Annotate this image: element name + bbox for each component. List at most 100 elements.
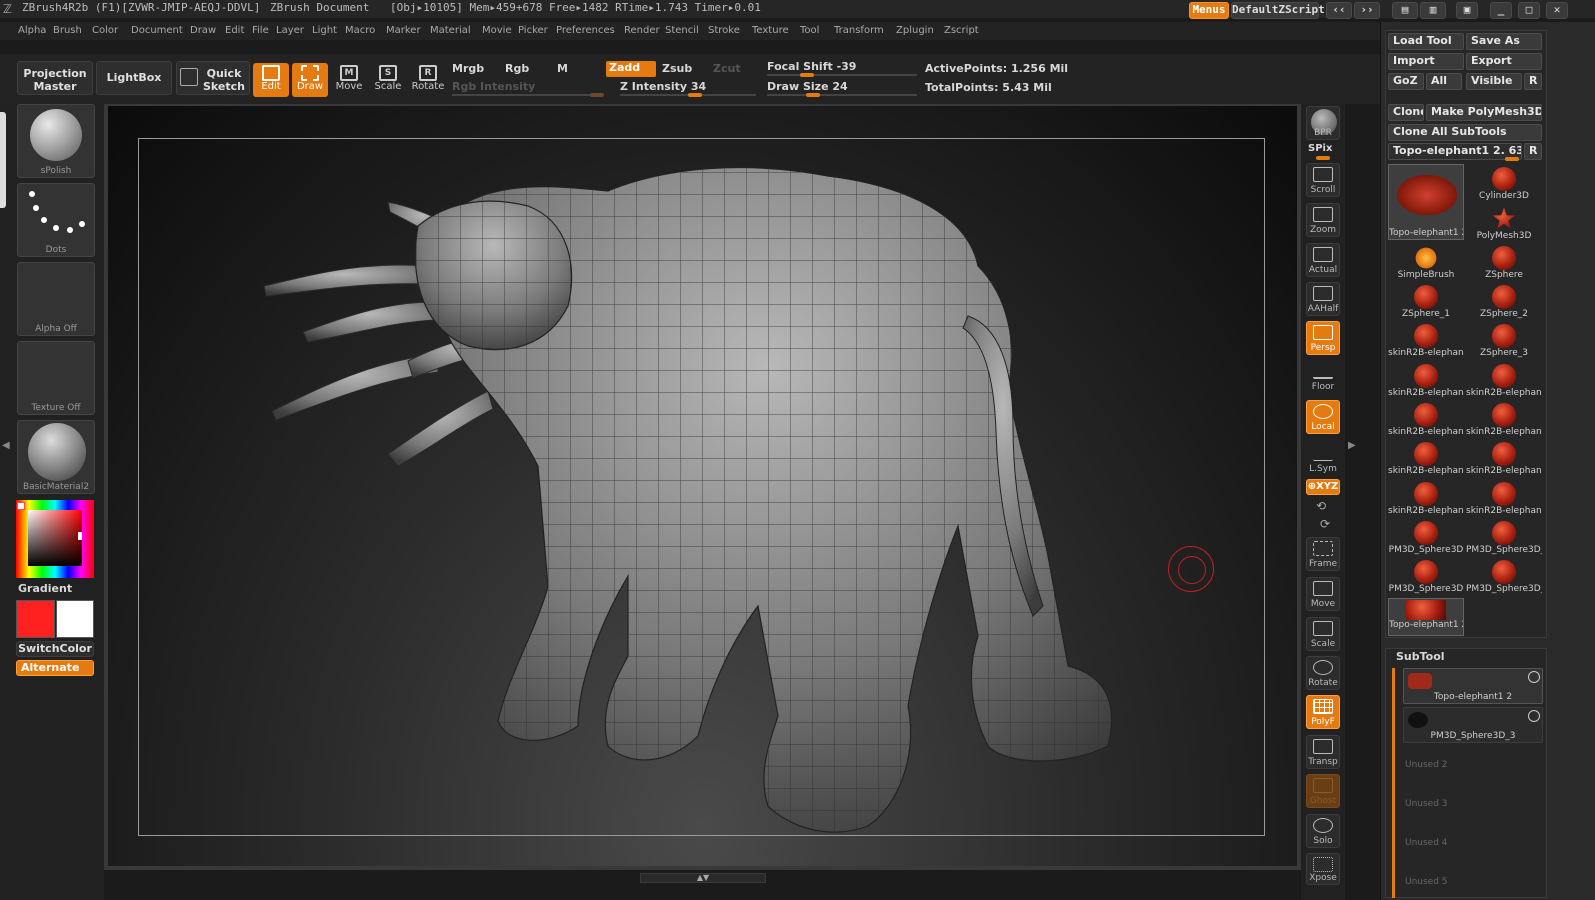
close-icon[interactable]: ✕: [1546, 2, 1568, 19]
subtool-scrollbar[interactable]: [1392, 668, 1395, 898]
clone-button[interactable]: Clone: [1388, 104, 1424, 121]
eye-icon[interactable]: [1528, 710, 1540, 722]
tool-simplebrush[interactable]: SimpleBrush: [1388, 245, 1464, 283]
minimize-icon[interactable]: _: [1490, 2, 1512, 19]
tool-topo-elephant[interactable]: Topo-elephant1 2: [1388, 598, 1464, 636]
tool-pm3d-sphere[interactable]: PM3D_Sphere3D: [1388, 520, 1464, 558]
expand-icon[interactable]: ››: [1354, 2, 1380, 19]
rotate-y-icon[interactable]: ⟲: [1316, 499, 1326, 513]
import-button[interactable]: Import: [1388, 53, 1464, 70]
draw-size-knob[interactable]: [806, 93, 820, 97]
zadd-button[interactable]: Zadd: [606, 61, 656, 77]
frame-button[interactable]: Frame: [1306, 537, 1340, 571]
load-tool-button[interactable]: Load Tool: [1388, 33, 1464, 50]
spix-slider[interactable]: SPix: [1308, 143, 1332, 154]
rgb-intensity-track[interactable]: [452, 94, 602, 96]
menu-movie[interactable]: Movie: [482, 25, 512, 36]
focal-shift-slider[interactable]: Focal Shift -39: [767, 60, 856, 73]
polyf-button[interactable]: PolyF: [1306, 695, 1340, 729]
tool-skin-elephant[interactable]: skinR2B-elephant: [1466, 363, 1542, 401]
tool-zsphere-2[interactable]: ZSphere_2: [1466, 284, 1542, 322]
ghost-button[interactable]: Ghost: [1306, 774, 1340, 808]
menu-color[interactable]: Color: [92, 25, 118, 36]
tool-skin-elephant[interactable]: skinR2B-elephant: [1466, 481, 1542, 519]
tool-pm3d-sphere[interactable]: PM3D_Sphere3D_: [1466, 559, 1542, 597]
xpose-button[interactable]: Xpose: [1306, 853, 1340, 885]
menu-preferences[interactable]: Preferences: [556, 25, 615, 36]
draw-size-slider[interactable]: Draw Size 24: [767, 80, 848, 93]
material-selector[interactable]: BasicMaterial2: [17, 420, 95, 494]
menu-stroke[interactable]: Stroke: [708, 25, 740, 36]
scale-mode-button[interactable]: S Scale: [370, 63, 406, 97]
make-polymesh-button[interactable]: Make PolyMesh3D: [1426, 104, 1542, 121]
projection-master-button[interactable]: Projection Master: [17, 61, 93, 95]
scroll-button[interactable]: Scroll: [1306, 163, 1340, 197]
rgb-button[interactable]: Rgb: [505, 62, 529, 75]
brush-selector[interactable]: sPolish: [17, 104, 95, 178]
collapse-left-icon[interactable]: ◀: [2, 440, 10, 464]
color-picker[interactable]: [16, 500, 94, 578]
rgb-intensity-slider[interactable]: Rgb Intensity: [452, 80, 535, 93]
color-hue-marker[interactable]: [17, 502, 25, 510]
tool-topo-elephant[interactable]: Topo-elephant1 2: [1388, 164, 1464, 240]
tool-cylinder3d[interactable]: Cylinder3D: [1466, 166, 1542, 204]
draw-size-track[interactable]: [767, 94, 917, 96]
tool-skin-elephant[interactable]: skinR2B-elephant: [1388, 363, 1464, 401]
subtool-row[interactable]: PM3D_Sphere3D_3: [1403, 707, 1543, 743]
tool-zsphere-3[interactable]: ZSphere_3: [1466, 323, 1542, 361]
gradient-label[interactable]: Gradient: [18, 582, 72, 595]
menu-macro[interactable]: Macro: [345, 25, 375, 36]
collapse-right-icon[interactable]: ▶: [1348, 440, 1356, 464]
color-saturation-square[interactable]: [28, 510, 82, 566]
menu-light[interactable]: Light: [312, 25, 337, 36]
move-mode-button[interactable]: M Move: [331, 63, 367, 97]
eye-icon[interactable]: [1528, 671, 1540, 683]
local-button[interactable]: Local: [1306, 400, 1340, 434]
left-tray-handle[interactable]: [0, 112, 6, 208]
move-view-button[interactable]: Move: [1306, 577, 1340, 611]
tool-skin-elephant[interactable]: skinR2B-elephant: [1388, 402, 1464, 440]
secondary-color-swatch[interactable]: [56, 600, 94, 638]
goz-r-button[interactable]: R: [1524, 73, 1542, 90]
layout-alt-icon[interactable]: ▥: [1420, 2, 1446, 19]
menu-zplugin[interactable]: Zplugin: [896, 25, 934, 36]
main-color-swatch[interactable]: [16, 600, 55, 638]
export-button[interactable]: Export: [1466, 53, 1542, 70]
zcut-button[interactable]: Zcut: [713, 62, 741, 75]
menu-zscript[interactable]: Zscript: [944, 25, 979, 36]
focal-shift-knob[interactable]: [800, 73, 814, 77]
bottom-tray-handle[interactable]: ▲▼: [640, 873, 766, 883]
tool-polymesh3d[interactable]: PolyMesh3D: [1466, 206, 1542, 244]
tool-pm3d-sphere[interactable]: PM3D_Sphere3D: [1388, 559, 1464, 597]
rotate-mode-button[interactable]: R Rotate: [410, 63, 446, 97]
tool-zsphere[interactable]: ZSphere: [1466, 245, 1542, 283]
xyz-button[interactable]: ⊕XYZ: [1306, 479, 1340, 495]
stroke-selector[interactable]: Dots: [17, 183, 95, 257]
edit-mode-button[interactable]: Edit: [253, 63, 289, 97]
menu-tool[interactable]: Tool: [800, 25, 819, 36]
rotate-z-icon[interactable]: ⟳: [1320, 517, 1330, 531]
current-tool-slider[interactable]: Topo-elephant1 2. 63: [1388, 143, 1522, 160]
z-intensity-slider[interactable]: Z Intensity 34: [620, 80, 706, 93]
all-button[interactable]: All: [1426, 73, 1462, 90]
rgb-intensity-knob[interactable]: [590, 93, 604, 97]
shrink-icon[interactable]: ‹‹: [1326, 2, 1352, 19]
bpr-button[interactable]: BPR: [1306, 106, 1340, 140]
subtool-header[interactable]: SubTool: [1396, 650, 1445, 663]
actual-button[interactable]: Actual: [1306, 243, 1340, 277]
draw-mode-button[interactable]: Draw: [292, 63, 328, 97]
lock-icon[interactable]: ▣: [1456, 2, 1478, 19]
menu-render[interactable]: Render: [624, 25, 660, 36]
tool-pm3d-sphere[interactable]: PM3D_Sphere3D_: [1466, 520, 1542, 558]
menu-stencil[interactable]: Stencil: [665, 25, 699, 36]
menu-texture[interactable]: Texture: [752, 25, 789, 36]
aahalf-button[interactable]: AAHalf: [1306, 282, 1340, 316]
menu-alpha[interactable]: Alpha: [18, 25, 46, 36]
mrgb-button[interactable]: Mrgb: [452, 62, 484, 75]
spix-knob[interactable]: [1316, 156, 1330, 160]
menu-material[interactable]: Material: [430, 25, 471, 36]
visible-button[interactable]: Visible: [1466, 73, 1522, 90]
default-zscript-button[interactable]: DefaultZScript: [1231, 2, 1325, 19]
tool-skin-elephant[interactable]: skinR2B-elephant: [1388, 323, 1464, 361]
color-value-marker[interactable]: [78, 532, 82, 540]
